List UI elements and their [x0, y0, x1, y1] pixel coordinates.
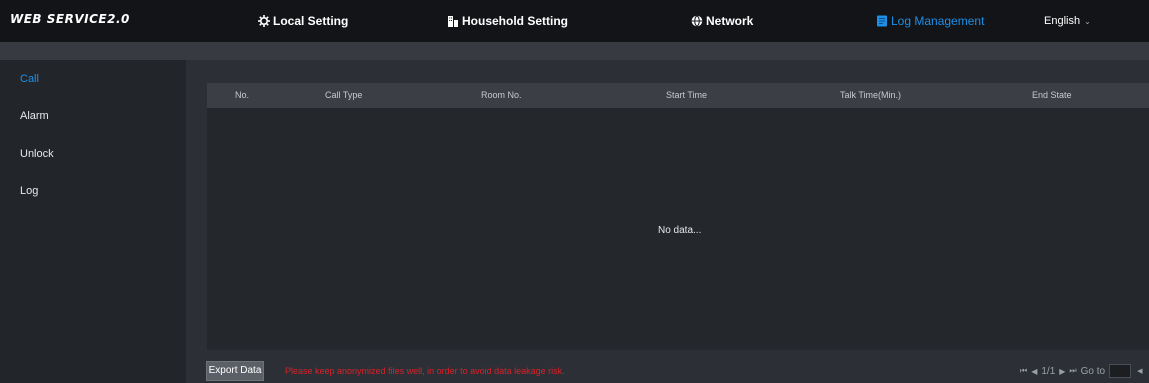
goto-label: Go to	[1080, 365, 1106, 377]
building-icon	[447, 15, 459, 27]
sidebar: Call Alarm Unlock Log	[0, 60, 186, 383]
column-header-room-no[interactable]: Room No.	[481, 83, 522, 108]
app-logo: WEB SERVICE2.0	[10, 12, 130, 26]
data-leakage-warning: Please keep anonymized files well, in or…	[285, 366, 565, 376]
column-header-talk-time[interactable]: Talk Time(Min.)	[840, 83, 901, 108]
column-header-start-time[interactable]: Start Time	[666, 83, 707, 108]
table-header: No. Call Type Room No. Start Time Talk T…	[207, 83, 1149, 108]
nav-label: Household Setting	[462, 14, 568, 28]
top-bar: WEB SERVICE2.0 Local Setting Household S…	[0, 0, 1149, 42]
gear-icon	[258, 15, 270, 27]
nav-label: Local Setting	[273, 14, 349, 28]
nav-label: Log Management	[891, 14, 985, 28]
prev-page-icon[interactable]: ◀	[1031, 367, 1037, 376]
export-data-button[interactable]: Export Data	[206, 361, 264, 381]
language-label: English	[1044, 15, 1081, 27]
sidebar-item-call[interactable]: Call	[20, 73, 39, 85]
column-header-no[interactable]: No.	[235, 83, 249, 108]
pagination: ⏮ ◀ 1/1 ▶ ⏭ Go to ◀	[1020, 362, 1142, 380]
chevron-down-icon: ⌄	[1084, 17, 1091, 26]
goto-page-input[interactable]	[1109, 364, 1132, 378]
log-icon	[876, 15, 888, 27]
column-header-call-type[interactable]: Call Type	[325, 83, 362, 108]
sub-toolbar	[0, 42, 1149, 60]
goto-arrow-icon[interactable]: ◀	[1137, 367, 1142, 375]
nav-network[interactable]: Network	[691, 0, 753, 42]
language-select[interactable]: English ⌄	[1044, 0, 1091, 42]
globe-icon	[691, 15, 703, 27]
next-page-icon[interactable]: ▶	[1059, 367, 1065, 376]
page-indicator: 1/1	[1041, 365, 1056, 377]
nav-local-setting[interactable]: Local Setting	[258, 0, 348, 42]
sidebar-item-unlock[interactable]: Unlock	[20, 148, 54, 160]
nav-household-setting[interactable]: Household Setting	[447, 0, 568, 42]
sidebar-item-alarm[interactable]: Alarm	[20, 110, 49, 122]
empty-table-message: No data...	[658, 225, 702, 236]
nav-label: Network	[706, 14, 754, 28]
sidebar-item-log[interactable]: Log	[20, 185, 38, 197]
nav-log-management[interactable]: Log Management	[876, 0, 984, 42]
last-page-icon[interactable]: ⏭	[1069, 366, 1076, 376]
first-page-icon[interactable]: ⏮	[1020, 366, 1027, 376]
column-header-end-state[interactable]: End State	[1032, 83, 1072, 108]
call-log-table	[207, 83, 1149, 350]
